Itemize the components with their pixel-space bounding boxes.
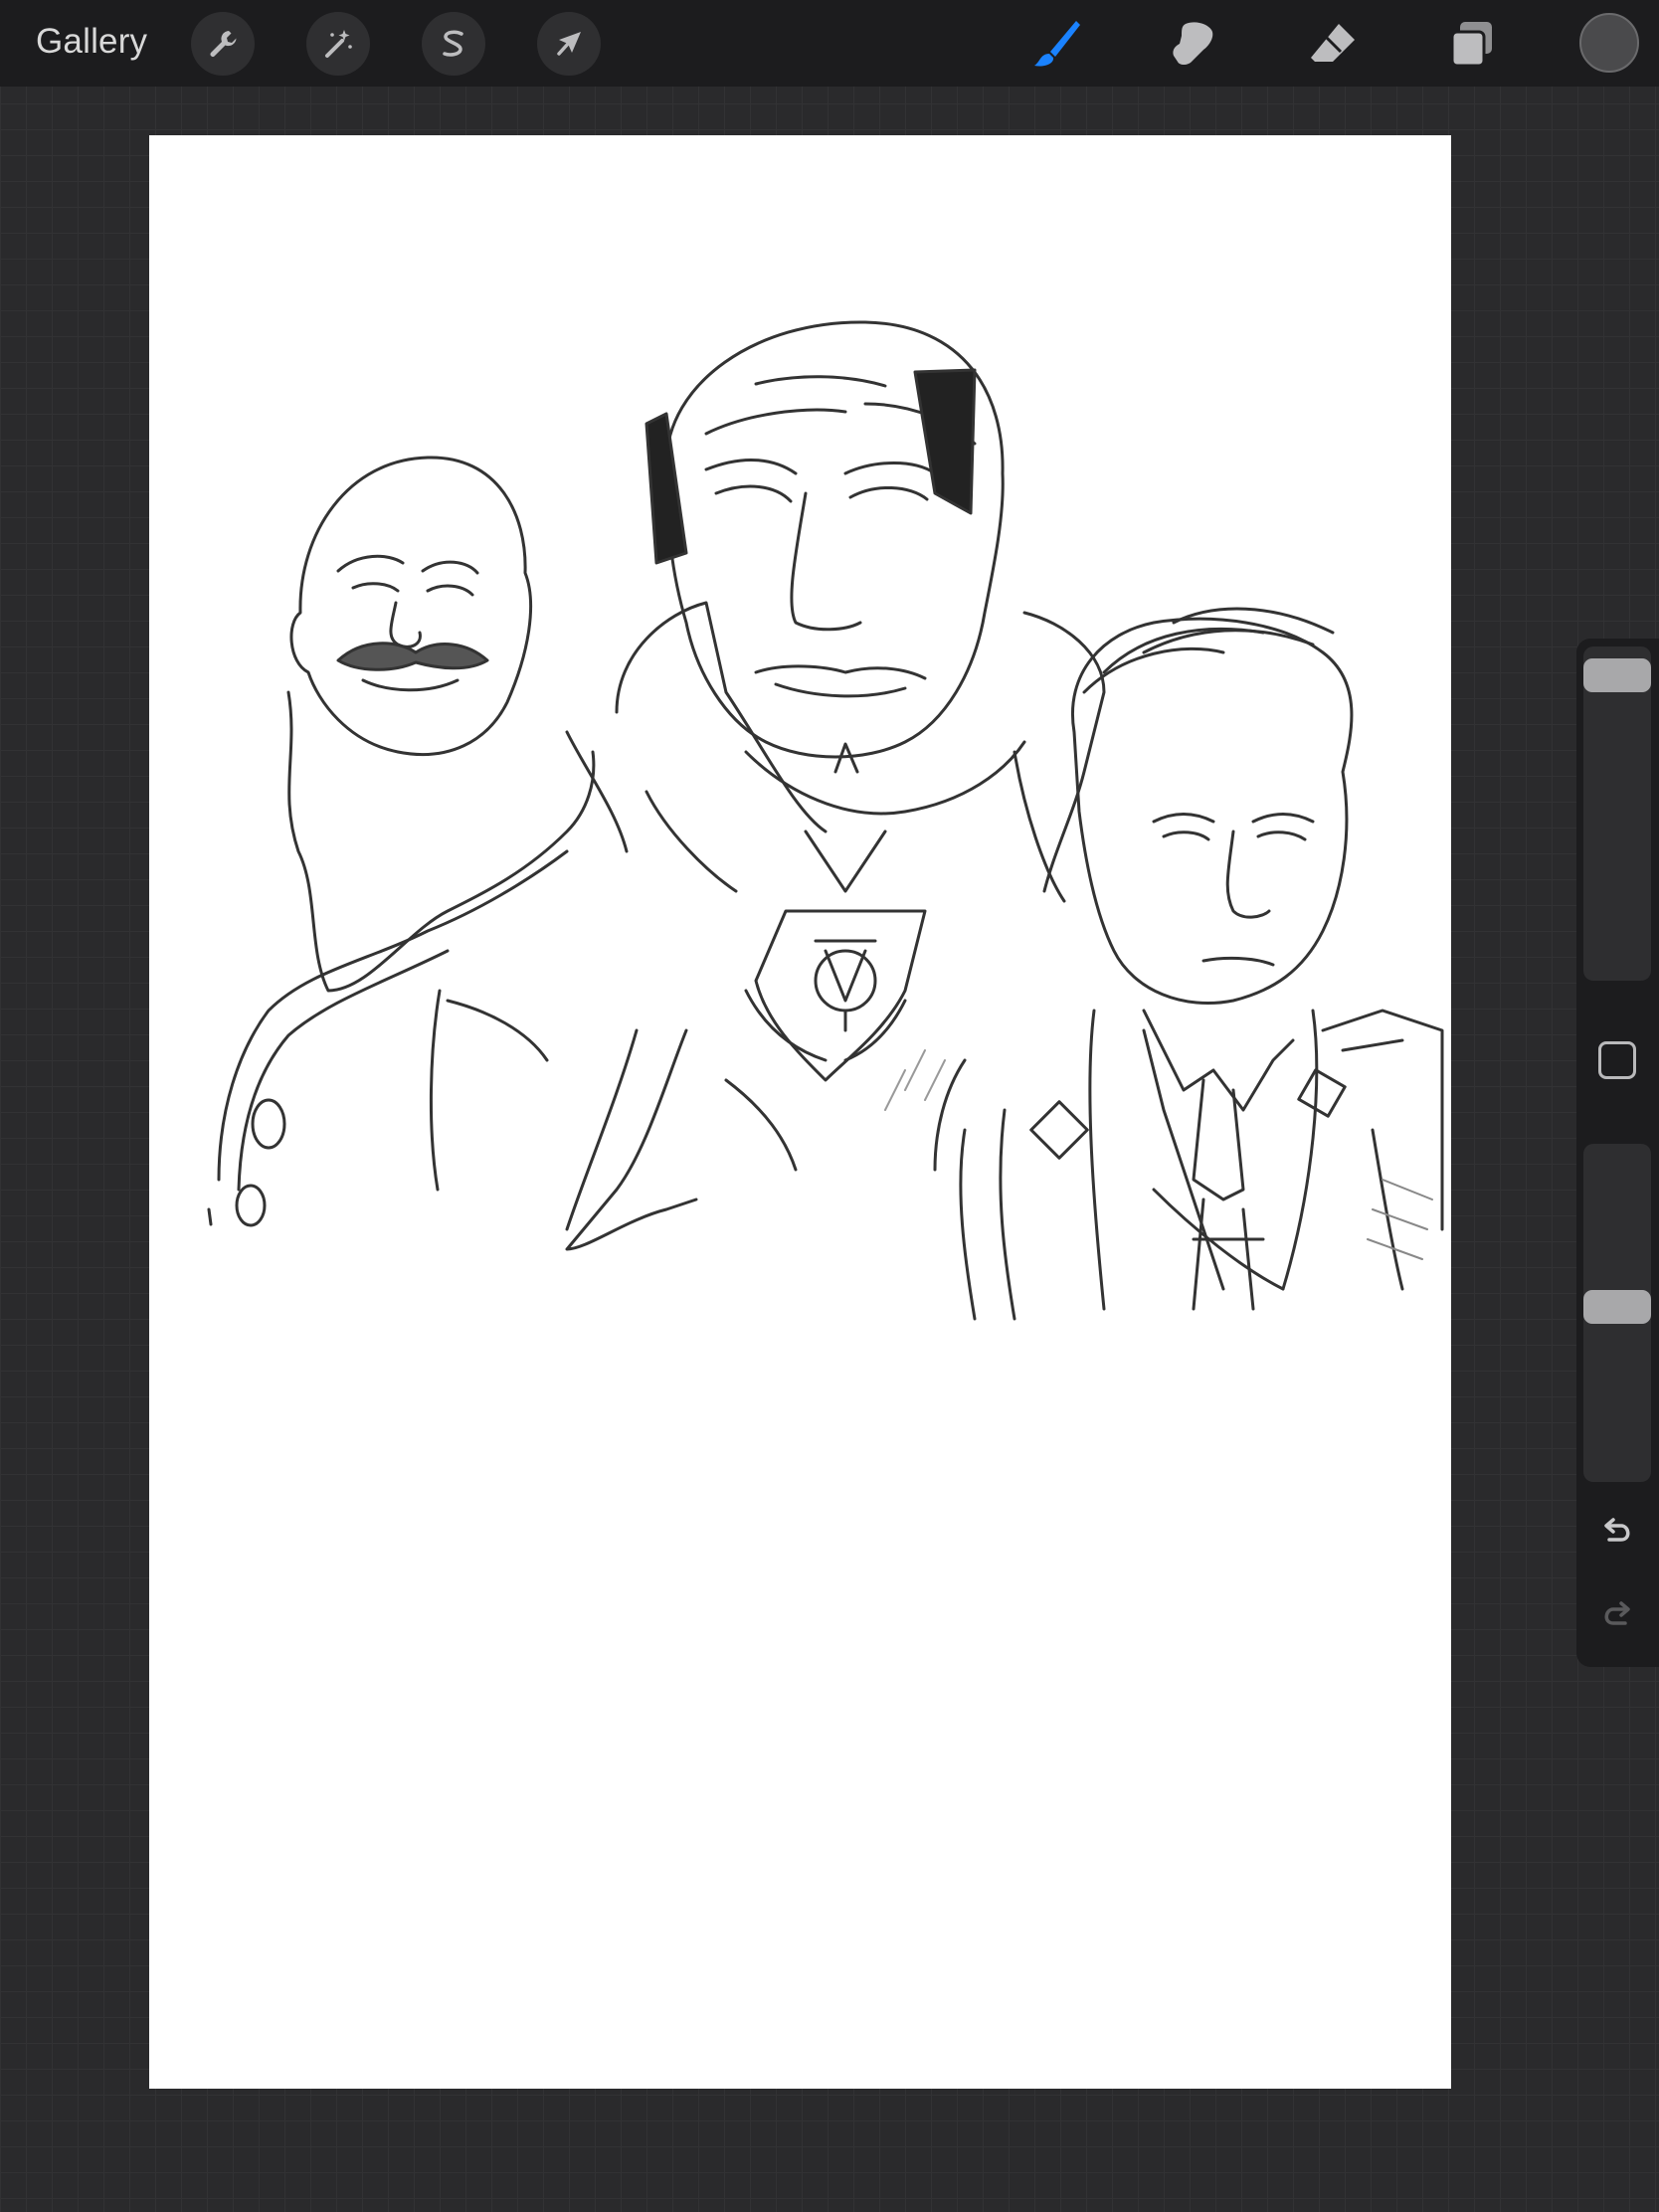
top-toolbar: Gallery bbox=[0, 0, 1659, 87]
brush-icon bbox=[1034, 21, 1080, 67]
smudge-finger-icon bbox=[1173, 22, 1213, 65]
layers-button[interactable] bbox=[1440, 12, 1504, 76]
brush-size-slider[interactable] bbox=[1583, 646, 1651, 981]
selection-button[interactable] bbox=[422, 12, 485, 76]
eraser-tool[interactable] bbox=[1301, 12, 1365, 76]
modify-button[interactable] bbox=[1598, 1041, 1636, 1079]
undo-arrow-icon bbox=[1604, 1518, 1630, 1542]
redo-arrow-icon bbox=[1604, 1601, 1630, 1625]
color-picker-button[interactable] bbox=[1579, 13, 1639, 73]
magic-wand-icon bbox=[325, 30, 352, 58]
pencil-sketch-artwork bbox=[207, 320, 1444, 1321]
smudge-tool[interactable] bbox=[1162, 12, 1225, 76]
brush-tool[interactable] bbox=[1024, 12, 1088, 76]
adjustments-button[interactable] bbox=[306, 12, 370, 76]
arrow-cursor-icon bbox=[557, 32, 581, 56]
wrench-icon bbox=[210, 31, 237, 57]
eraser-icon bbox=[1311, 24, 1355, 62]
brush-size-thumb[interactable] bbox=[1583, 658, 1651, 693]
drawing-canvas[interactable] bbox=[149, 135, 1451, 2089]
gallery-button[interactable]: Gallery bbox=[36, 22, 147, 62]
brush-opacity-thumb[interactable] bbox=[1583, 1289, 1651, 1324]
actions-button[interactable] bbox=[191, 12, 255, 76]
layers-icon bbox=[1450, 22, 1492, 68]
selection-s-icon bbox=[443, 30, 463, 57]
transform-button[interactable] bbox=[537, 12, 601, 76]
undo-button[interactable] bbox=[1593, 1508, 1641, 1556]
redo-button[interactable] bbox=[1593, 1591, 1641, 1639]
